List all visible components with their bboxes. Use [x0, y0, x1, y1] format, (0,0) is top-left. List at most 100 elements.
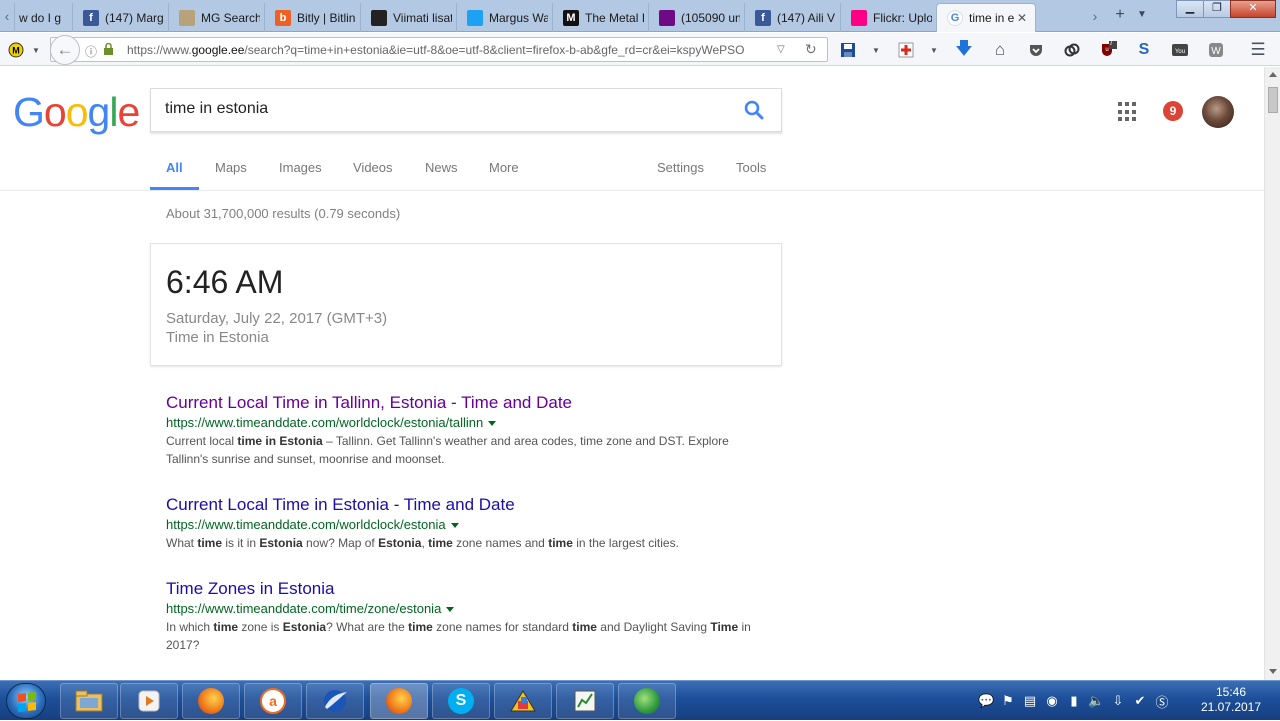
- result-url[interactable]: https://www.timeanddate.com/time/zone/es…: [166, 601, 766, 616]
- result-menu-caret-icon[interactable]: [450, 523, 459, 529]
- tab-all[interactable]: All: [166, 160, 183, 175]
- tray-download-icon[interactable]: ⇩: [1110, 693, 1126, 709]
- result-title-link[interactable]: Current Local Time in Estonia - Time and…: [166, 495, 766, 515]
- tray-network-icon[interactable]: ▮: [1066, 693, 1082, 709]
- explorer-folder-icon[interactable]: [60, 683, 118, 719]
- media-player-icon[interactable]: [120, 683, 178, 719]
- browser-tab[interactable]: b Bitly | Bitlin: [264, 3, 364, 32]
- url-history-chevron-icon[interactable]: ▽: [777, 44, 785, 55]
- tab-scroll-left-icon[interactable]: ‹: [0, 6, 14, 26]
- firefox-active-window-icon[interactable]: [370, 683, 428, 719]
- browser-tab[interactable]: Margus Wa: [456, 3, 556, 32]
- extension-menu-chevron-icon[interactable]: ▼: [26, 40, 46, 60]
- home-icon[interactable]: ⌂: [990, 40, 1010, 60]
- browser-tab[interactable]: w do I g: [14, 3, 76, 32]
- notifications-badge[interactable]: 9: [1163, 101, 1183, 121]
- result-menu-caret-icon[interactable]: [446, 607, 455, 613]
- search-box[interactable]: [150, 88, 782, 132]
- downloads-arrow-icon[interactable]: 🡇: [954, 39, 974, 60]
- browser-tab[interactable]: M The Metal I: [552, 3, 652, 32]
- result-url[interactable]: https://www.timeanddate.com/worldclock/e…: [166, 415, 766, 430]
- search-input[interactable]: [165, 100, 725, 118]
- back-arrow-icon[interactable]: ←: [50, 35, 80, 65]
- first-aid-icon[interactable]: [896, 40, 916, 60]
- tab-list-chevron-icon[interactable]: ▼: [1132, 6, 1152, 26]
- google-logo[interactable]: Google: [13, 89, 140, 136]
- aid-menu-chevron-icon[interactable]: ▼: [924, 40, 944, 60]
- google-apps-grid-icon[interactable]: [1118, 102, 1138, 122]
- paint-app-icon[interactable]: [494, 683, 552, 719]
- tab-images[interactable]: Images: [279, 160, 322, 175]
- browser-tab[interactable]: f (147) Aili V: [744, 3, 844, 32]
- svg-text:u: u: [1105, 47, 1108, 53]
- tray-steam-icon[interactable]: ◉: [1044, 693, 1060, 709]
- tab-title: (147) Marg: [105, 10, 164, 25]
- tray-chat-icon[interactable]: 💬: [978, 693, 994, 709]
- tab-title: Flickr: Uplo: [873, 10, 932, 25]
- taskbar-clock[interactable]: 15:46 21.07.2017: [1196, 685, 1266, 715]
- reload-icon[interactable]: ↻: [805, 41, 817, 58]
- svg-text:W: W: [1211, 46, 1221, 57]
- result-title-link[interactable]: Current Local Time in Tallinn, Estonia -…: [166, 393, 766, 413]
- snippet-text: time: [428, 536, 453, 550]
- browser-tab-strip: ‹ w do I g f (147) Marg MG Search b Bitly | B…: [0, 0, 1280, 32]
- tab-more[interactable]: More: [489, 160, 519, 175]
- save-menu-chevron-icon[interactable]: ▼: [866, 40, 886, 60]
- scroll-up-arrow-icon[interactable]: [1269, 72, 1277, 77]
- pocket-icon[interactable]: [1026, 40, 1046, 60]
- firefox-icon[interactable]: [182, 683, 240, 719]
- hamburger-menu-icon[interactable]: ☰: [1248, 40, 1268, 60]
- tray-flag-icon[interactable]: ⚑: [1000, 693, 1016, 709]
- new-tab-icon[interactable]: +: [1110, 6, 1130, 26]
- tab-tools[interactable]: Tools: [736, 160, 766, 175]
- search-magnifier-icon[interactable]: [743, 99, 765, 121]
- extension-w-icon[interactable]: W: [1206, 40, 1226, 60]
- browser-tab-active[interactable]: Gtime in e ✕: [936, 3, 1036, 32]
- avast-icon[interactable]: a: [244, 683, 302, 719]
- tray-checklist-icon[interactable]: ✔: [1132, 693, 1148, 709]
- browser-tab[interactable]: Viimati lisat: [360, 3, 460, 32]
- result-title-link[interactable]: Time Zones in Estonia: [166, 579, 766, 599]
- tab-scroll-right-icon[interactable]: ›: [1088, 6, 1102, 26]
- browser-tab[interactable]: Flickr: Uplo: [840, 3, 940, 32]
- close-tab-icon[interactable]: ✕: [1017, 11, 1027, 25]
- browser-tab[interactable]: f (147) Marg: [72, 3, 172, 32]
- swordfish-app-icon[interactable]: [306, 683, 364, 719]
- skype-icon[interactable]: S: [432, 683, 490, 719]
- tab-videos[interactable]: Videos: [353, 160, 393, 175]
- tab-maps[interactable]: Maps: [215, 160, 247, 175]
- lock-icon[interactable]: [103, 42, 114, 58]
- info-icon[interactable]: ⓘ: [85, 43, 97, 60]
- tray-clipboard-icon[interactable]: ▤: [1022, 693, 1038, 709]
- tray-volume-icon[interactable]: 🔈: [1088, 693, 1104, 709]
- account-avatar[interactable]: [1202, 96, 1234, 128]
- start-button[interactable]: [6, 683, 46, 719]
- skype-s-icon[interactable]: S: [1134, 40, 1154, 60]
- url-text[interactable]: https://www.google.ee/search?q=time+in+e…: [127, 43, 775, 57]
- tab-title: Viimati lisat: [393, 10, 452, 25]
- tray-skype-icon[interactable]: Ⓢ: [1154, 692, 1170, 711]
- browser-tab[interactable]: (105090 un: [648, 3, 748, 32]
- browser-tab[interactable]: MG Search: [168, 3, 268, 32]
- result-snippet: In which time zone is Estonia? What are …: [166, 618, 766, 654]
- restore-window-button[interactable]: ❐: [1203, 0, 1231, 18]
- globe-app-icon[interactable]: [618, 683, 676, 719]
- address-bar[interactable]: ← ⓘ https://www.google.ee/search?q=time+…: [50, 35, 828, 65]
- time-answer-card: 6:46 AM Saturday, July 22, 2017 (GMT+3) …: [150, 243, 782, 366]
- result-menu-caret-icon[interactable]: [488, 421, 497, 427]
- scroll-down-arrow-icon[interactable]: [1269, 669, 1277, 674]
- minimize-window-button[interactable]: ▁: [1176, 0, 1204, 18]
- tab-settings[interactable]: Settings: [657, 160, 704, 175]
- scroll-thumb[interactable]: [1268, 87, 1278, 113]
- extension-m-icon[interactable]: M: [6, 40, 26, 60]
- sync-rings-icon[interactable]: [1062, 40, 1082, 60]
- page-scrollbar[interactable]: [1264, 67, 1280, 680]
- chart-editor-icon[interactable]: [556, 683, 614, 719]
- close-window-button[interactable]: ✕: [1230, 0, 1276, 18]
- save-disk-icon[interactable]: [838, 40, 858, 60]
- ublock-shield-icon[interactable]: u 7: [1098, 38, 1118, 60]
- youtube-icon[interactable]: You: [1170, 40, 1190, 60]
- current-date: Saturday, July 22, 2017 (GMT+3): [166, 310, 388, 327]
- result-url[interactable]: https://www.timeanddate.com/worldclock/e…: [166, 517, 766, 532]
- tab-news[interactable]: News: [425, 160, 458, 175]
